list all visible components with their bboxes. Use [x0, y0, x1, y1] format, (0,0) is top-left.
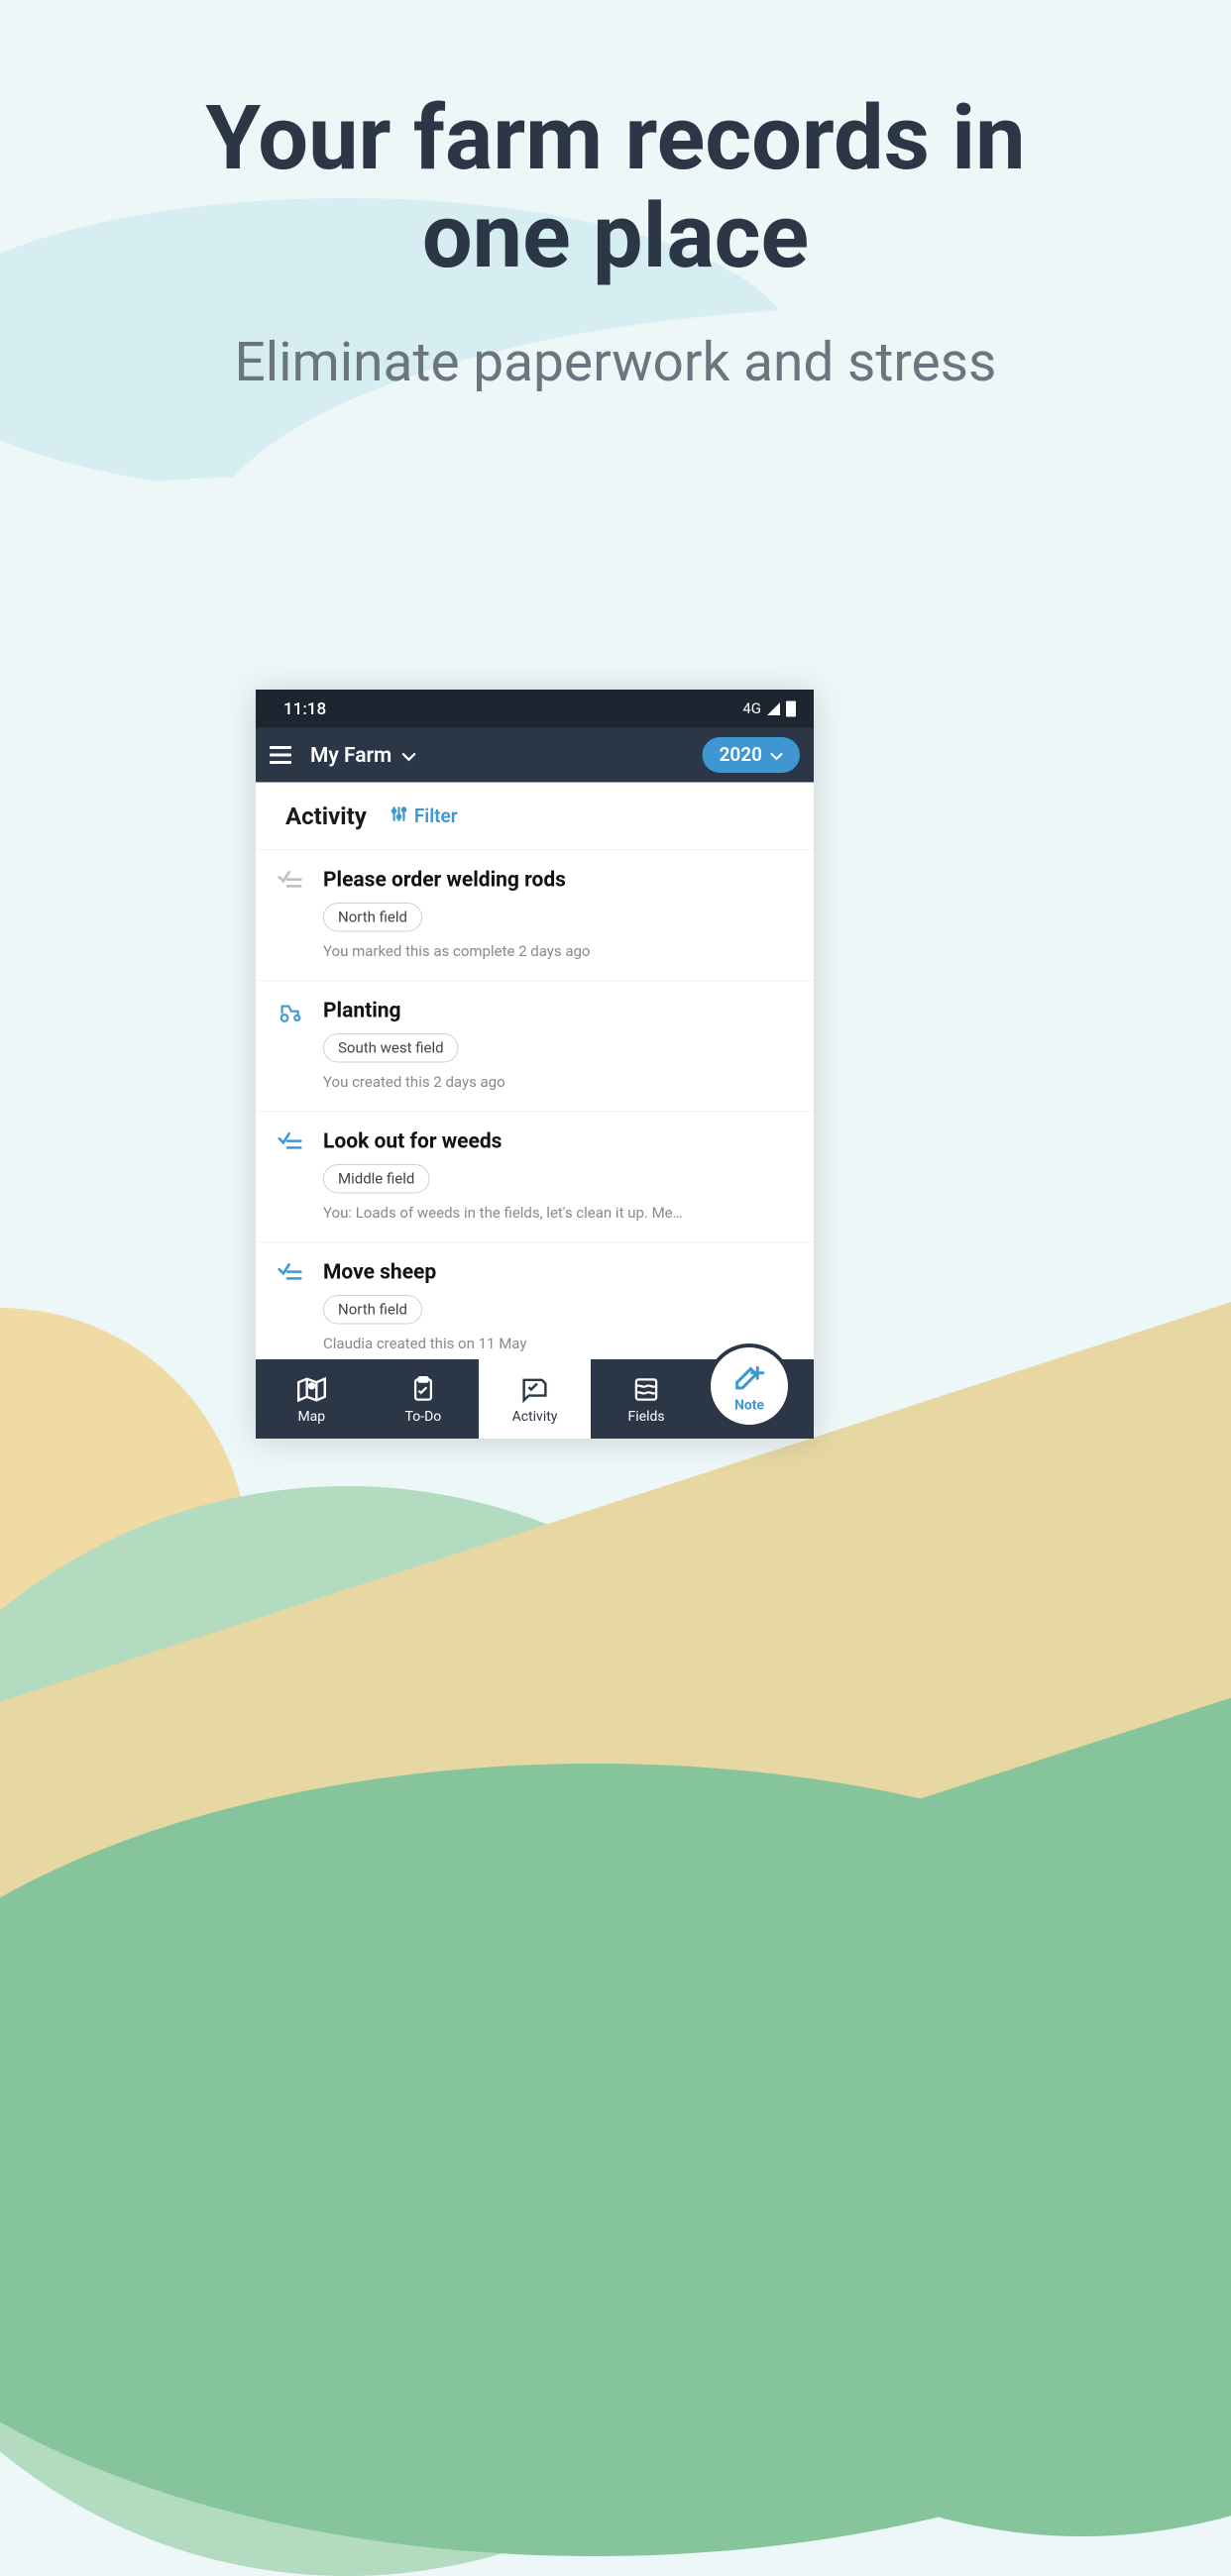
fields-icon	[633, 1374, 660, 1405]
activity-header: Activity Filter	[256, 783, 814, 850]
activity-meta: You created this 2 days ago	[323, 1074, 792, 1092]
task-icon	[278, 1260, 305, 1353]
app-bar: My Farm 2020	[256, 728, 814, 783]
year-selector[interactable]: 2020	[703, 737, 800, 773]
nav-todo[interactable]: To-Do	[368, 1359, 480, 1439]
note-fab[interactable]: Note	[707, 1343, 792, 1429]
status-bar: 11:18 4G	[256, 690, 814, 728]
battery-icon	[786, 700, 796, 716]
nav-label: Fields	[628, 1408, 665, 1425]
filter-button[interactable]: Filter	[391, 805, 458, 827]
clipboard-icon	[409, 1374, 436, 1405]
marketing-subtitle: Eliminate paperwork and stress	[0, 331, 1231, 394]
chevron-down-icon	[401, 743, 415, 768]
field-chip: Middle field	[323, 1164, 429, 1194]
activity-title: Look out for weeds	[323, 1129, 792, 1154]
activity-meta: You: Loads of weeds in the fields, let's…	[323, 1205, 792, 1223]
activity-chips: North field	[323, 903, 792, 932]
bottom-nav: Map To-Do Activity Fields Note	[256, 1359, 814, 1439]
activity-title: Please order welding rods	[323, 868, 792, 893]
status-time: 11:18	[283, 698, 326, 718]
tractor-icon	[278, 999, 305, 1092]
pencil-plus-icon	[733, 1359, 766, 1396]
activity-list[interactable]: Please order welding rods North field You …	[256, 849, 814, 1359]
chevron-down-icon	[770, 744, 783, 766]
map-icon	[297, 1374, 326, 1405]
activity-item[interactable]: Look out for weeds Middle field You: Loads…	[256, 1111, 814, 1241]
phone-frame: 11:18 4G My Farm 2020 Activity	[256, 690, 814, 1439]
activity-title: Planting	[323, 999, 792, 1023]
task-complete-icon	[278, 868, 305, 961]
activity-title: Move sheep	[323, 1260, 792, 1285]
nav-label: Map	[297, 1408, 325, 1425]
nav-activity[interactable]: Activity	[479, 1359, 591, 1439]
activity-chips: Middle field	[323, 1164, 792, 1194]
year-value: 2020	[720, 744, 762, 766]
nav-label: To-Do	[405, 1408, 442, 1425]
marketing-title: Your farm records in one place	[0, 0, 1231, 285]
activity-icon	[520, 1374, 549, 1405]
fab-label: Note	[734, 1397, 764, 1414]
activity-item[interactable]: Planting South west field You created this…	[256, 980, 814, 1111]
network-label: 4G	[742, 700, 761, 718]
nav-fields[interactable]: Fields	[591, 1359, 703, 1439]
activity-meta: You marked this as complete 2 days ago	[323, 943, 792, 961]
activity-item[interactable]: Move sheep North field Claudia created thi…	[256, 1241, 814, 1359]
activity-chips: North field	[323, 1295, 792, 1325]
field-chip: North field	[323, 903, 422, 932]
sliders-icon	[391, 805, 407, 827]
activity-item[interactable]: Please order welding rods North field You …	[256, 849, 814, 980]
task-icon	[278, 1129, 305, 1223]
field-chip: South west field	[323, 1033, 459, 1063]
nav-map[interactable]: Map	[256, 1359, 368, 1439]
signal-icon	[767, 702, 780, 715]
filter-label: Filter	[414, 805, 458, 827]
nav-label: Activity	[512, 1408, 558, 1425]
activity-meta: Claudia created this on 11 May	[323, 1336, 792, 1353]
activity-chips: South west field	[323, 1033, 792, 1063]
field-chip: North field	[323, 1295, 422, 1325]
farm-name: My Farm	[310, 743, 392, 768]
menu-icon[interactable]	[270, 746, 291, 764]
farm-selector[interactable]: My Farm	[310, 743, 415, 768]
page-title: Activity	[285, 803, 367, 831]
